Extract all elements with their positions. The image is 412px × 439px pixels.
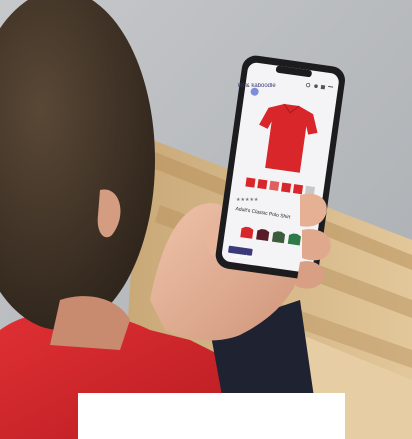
phone-brand-text: kit & kaboodle bbox=[238, 83, 276, 89]
basket-icon bbox=[320, 84, 326, 90]
photo-scene bbox=[0, 0, 412, 439]
add-to-bag-label: Add to bag bbox=[232, 254, 252, 259]
product-rating: ★★★★★ bbox=[236, 197, 259, 203]
white-overlay-box bbox=[78, 393, 345, 439]
